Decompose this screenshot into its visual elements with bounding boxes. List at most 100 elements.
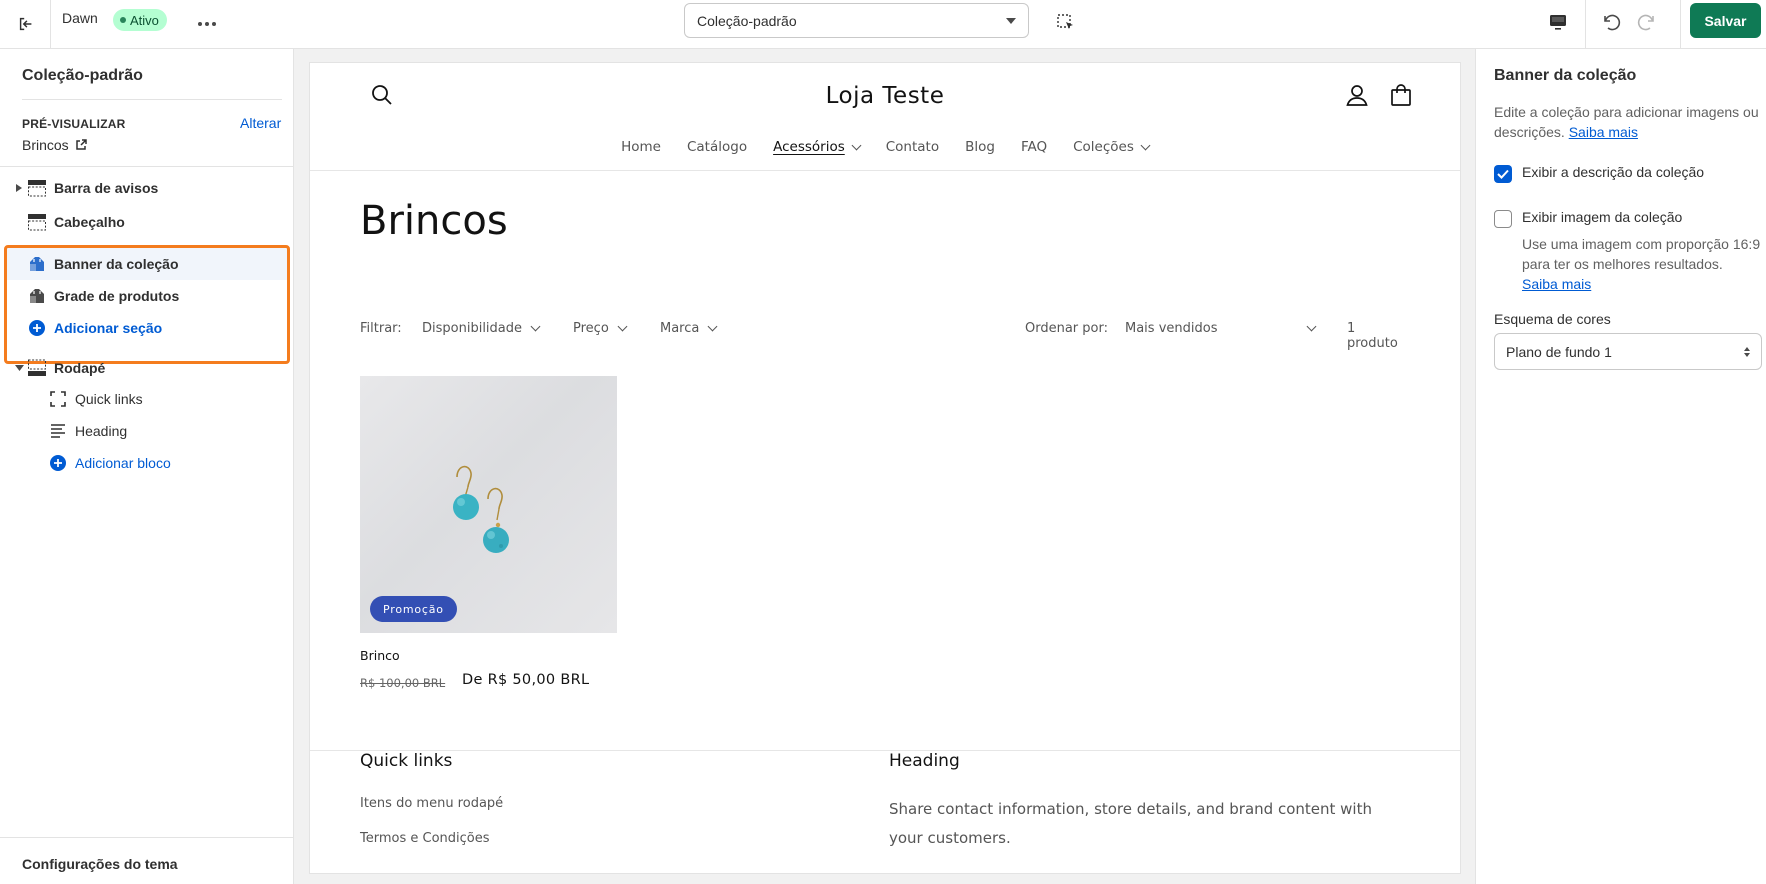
nav-item-contact[interactable]: Contato xyxy=(873,139,952,155)
nav-label: Coleções xyxy=(1073,139,1134,155)
color-scheme-select[interactable]: Plano de fundo 1 xyxy=(1494,333,1762,370)
footer-icon xyxy=(27,358,47,378)
inspect-select-icon[interactable] xyxy=(1051,8,1081,38)
chevron-down-icon xyxy=(530,321,541,332)
divider xyxy=(0,166,294,167)
checkbox-checked-icon[interactable] xyxy=(1494,165,1512,183)
nav-label: Contato xyxy=(885,139,940,155)
theme-settings-link[interactable]: Configurações do tema xyxy=(22,856,178,872)
image-learn-more-link[interactable]: Saiba mais xyxy=(1522,276,1591,292)
theme-name: Dawn xyxy=(62,10,98,26)
status-dot xyxy=(120,17,126,23)
nav-item-blog[interactable]: Blog xyxy=(952,139,1008,155)
divider xyxy=(1585,0,1586,49)
product-compare-price: R$ 100,00 BRL xyxy=(360,676,446,690)
checkbox-label: Exibir a descrição da coleção xyxy=(1522,164,1705,180)
settings-title: Banner da coleção xyxy=(1494,67,1637,84)
nav-item-accessories[interactable]: Acessórios xyxy=(760,139,873,155)
select-arrows-icon xyxy=(1744,346,1750,357)
footer-text: Share contact information, store details… xyxy=(889,800,1372,847)
section-header[interactable]: Cabeçalho xyxy=(0,206,294,238)
show-description-checkbox[interactable]: Exibir a descrição da coleção xyxy=(1494,164,1704,183)
preview-resource-label: Brincos xyxy=(22,137,69,153)
sort-value: Mais vendidos xyxy=(1125,321,1218,336)
divider xyxy=(22,99,282,100)
product-name[interactable]: Brinco xyxy=(360,648,400,663)
chevron-right-icon[interactable] xyxy=(12,184,26,192)
block-heading[interactable]: Heading xyxy=(0,415,294,447)
account-icon[interactable] xyxy=(1344,82,1370,108)
change-preview-link[interactable]: Alterar xyxy=(240,115,281,131)
block-label: Heading xyxy=(75,423,128,439)
cart-icon[interactable] xyxy=(1388,82,1414,108)
section-collection-banner[interactable]: Banner da coleção xyxy=(0,248,294,280)
store-logo-text[interactable]: Loja Teste xyxy=(310,83,1460,109)
add-block-button[interactable]: Adicionar bloco xyxy=(0,447,294,479)
footer-heading: Heading xyxy=(889,751,960,771)
image-help-description: Use uma imagem com proporção 16:9 para t… xyxy=(1522,236,1761,272)
nav-item-faq[interactable]: FAQ xyxy=(1008,139,1060,155)
add-section-button[interactable]: Adicionar seção xyxy=(0,312,294,344)
exit-icon[interactable] xyxy=(8,6,44,42)
nav-label: FAQ xyxy=(1020,139,1048,155)
product-price: De R$ 50,00 BRL xyxy=(462,672,590,688)
product-grid-icon xyxy=(27,286,47,306)
filter-name: Preço xyxy=(573,321,609,336)
nav-item-collections[interactable]: Coleções xyxy=(1060,139,1162,155)
color-scheme-label: Esquema de cores xyxy=(1494,311,1611,327)
store-preview: Loja Teste Home Catálogo Acessórios Cont… xyxy=(310,63,1460,873)
top-bar: Dawn Ativo Coleção-padrão Salvar xyxy=(0,0,1766,49)
filter-name: Disponibilidade xyxy=(422,321,523,336)
image-help-text: Use uma imagem com proporção 16:9 para t… xyxy=(1522,234,1762,294)
desktop-preview-icon[interactable] xyxy=(1542,6,1574,38)
footer-link[interactable]: Termos e Condições xyxy=(360,831,490,846)
section-label: Barra de avisos xyxy=(54,180,159,196)
filter-name: Marca xyxy=(660,321,700,336)
redo-icon[interactable] xyxy=(1632,6,1664,38)
color-scheme-value: Plano de fundo 1 xyxy=(1506,343,1612,360)
save-button[interactable]: Salvar xyxy=(1690,3,1761,38)
chevron-down-icon xyxy=(1140,140,1151,150)
section-label: Grade de produtos xyxy=(54,288,180,304)
undo-icon[interactable] xyxy=(1594,6,1626,38)
section-announcement-bar[interactable]: Barra de avisos xyxy=(0,172,294,204)
filter-price[interactable]: Preço xyxy=(573,321,628,336)
learn-more-link[interactable]: Saiba mais xyxy=(1569,124,1638,140)
filter-bar: Filtrar: Disponibilidade Preço Marca Ord… xyxy=(360,319,1410,351)
filter-brand[interactable]: Marca xyxy=(660,321,718,336)
divider xyxy=(310,170,1460,171)
sort-label: Ordenar por: xyxy=(1025,321,1108,336)
divider xyxy=(50,0,51,49)
divider xyxy=(1680,0,1681,49)
template-select-value: Coleção-padrão xyxy=(697,12,797,29)
chevron-down-icon[interactable] xyxy=(12,365,26,371)
preview-label: PRÉ-VISUALIZAR xyxy=(22,117,126,131)
block-label: Quick links xyxy=(75,391,143,407)
checkbox-unchecked-icon[interactable] xyxy=(1494,210,1512,228)
caret-down-icon xyxy=(1006,17,1016,24)
sale-badge: Promoção xyxy=(370,596,457,622)
sort-select[interactable]: Mais vendidos xyxy=(1125,321,1317,336)
nav-item-catalog[interactable]: Catálogo xyxy=(674,139,760,155)
section-footer[interactable]: Rodapé xyxy=(0,352,294,384)
filter-availability[interactable]: Disponibilidade xyxy=(422,321,541,336)
chevron-down-icon xyxy=(707,321,718,332)
checkbox-label: Exibir imagem da coleção xyxy=(1522,209,1683,225)
product-image[interactable]: Promoção xyxy=(360,376,617,633)
section-product-grid[interactable]: Grade de produtos xyxy=(0,280,294,312)
add-section-label: Adicionar seção xyxy=(54,320,163,336)
earring-illustration xyxy=(453,465,509,553)
template-select[interactable]: Coleção-padrão xyxy=(684,3,1029,38)
show-image-checkbox[interactable]: Exibir imagem da coleção xyxy=(1494,209,1682,228)
footer-link[interactable]: Itens do menu rodapé xyxy=(360,796,503,811)
block-quick-links[interactable]: Quick links xyxy=(0,383,294,415)
more-actions-icon[interactable] xyxy=(192,8,222,40)
chevron-down-icon xyxy=(851,140,862,150)
preview-resource[interactable]: Brincos xyxy=(22,137,87,153)
section-label: Rodapé xyxy=(54,360,106,376)
nav-label: Catálogo xyxy=(686,139,748,155)
section-label: Banner da coleção xyxy=(54,256,179,272)
header-icon xyxy=(27,212,47,232)
nav-item-home[interactable]: Home xyxy=(608,139,674,155)
nav-label: Acessórios xyxy=(773,139,845,155)
